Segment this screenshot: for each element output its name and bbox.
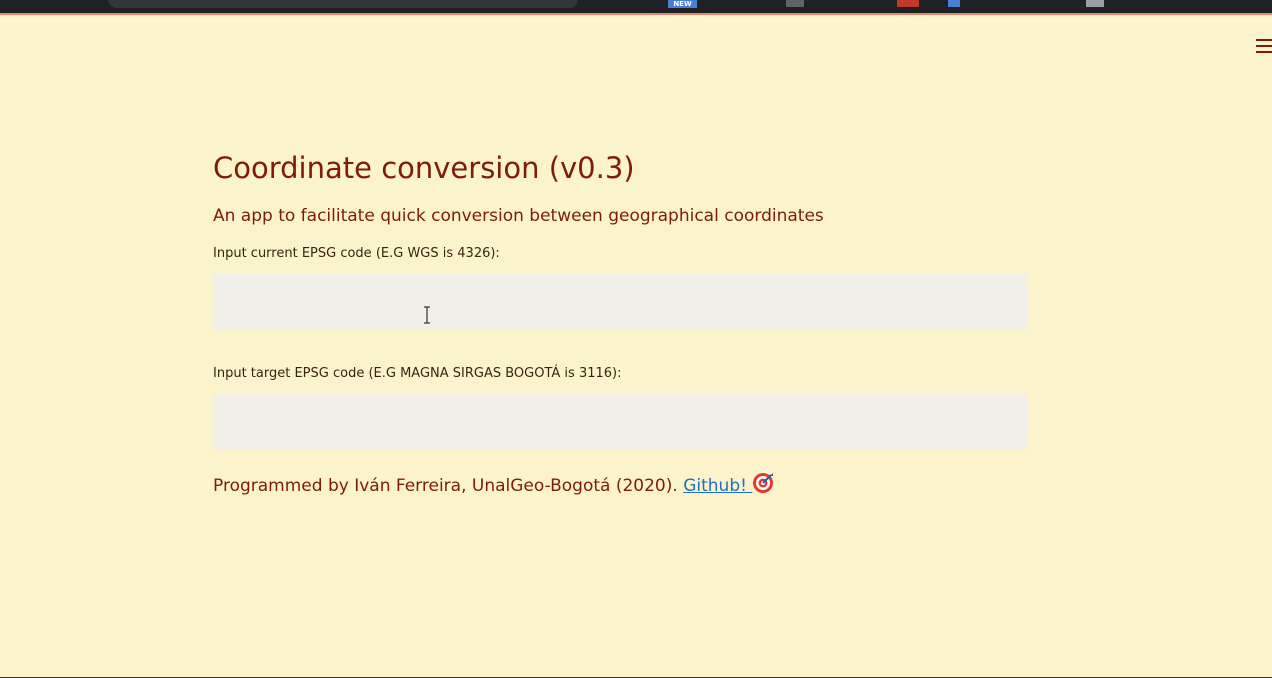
extension-icon[interactable] [948,0,960,7]
github-link[interactable]: Github! [683,473,774,496]
main-content: Coordinate conversion (v0.3) An app to f… [213,140,1028,501]
target-epsg-label: Input target EPSG code (E.G MAGNA SIRGAS… [213,366,622,381]
page-title: Coordinate conversion (v0.3) [213,151,635,185]
github-link-label: Github! [683,476,747,496]
current-epsg-input[interactable] [213,274,1028,330]
footer-text: Programmed by Iván Ferreira, UnalGeo-Bog… [213,476,684,496]
browser-toolbar: NEW [0,0,1272,15]
footer-credits: Programmed by Iván Ferreira, UnalGeo-Bog… [213,472,1028,501]
hamburger-menu-icon[interactable] [1256,36,1272,56]
browser-address-bar[interactable] [108,0,578,8]
new-badge: NEW [668,0,697,8]
extension-icon[interactable] [1086,0,1104,7]
extension-icon[interactable] [897,0,919,7]
current-epsg-label: Input current EPSG code (E.G WGS is 4326… [213,246,500,261]
target-icon [752,472,774,501]
extension-icon[interactable] [786,0,804,7]
page-subtitle: An app to facilitate quick conversion be… [213,206,824,226]
target-epsg-input[interactable] [213,394,1028,450]
